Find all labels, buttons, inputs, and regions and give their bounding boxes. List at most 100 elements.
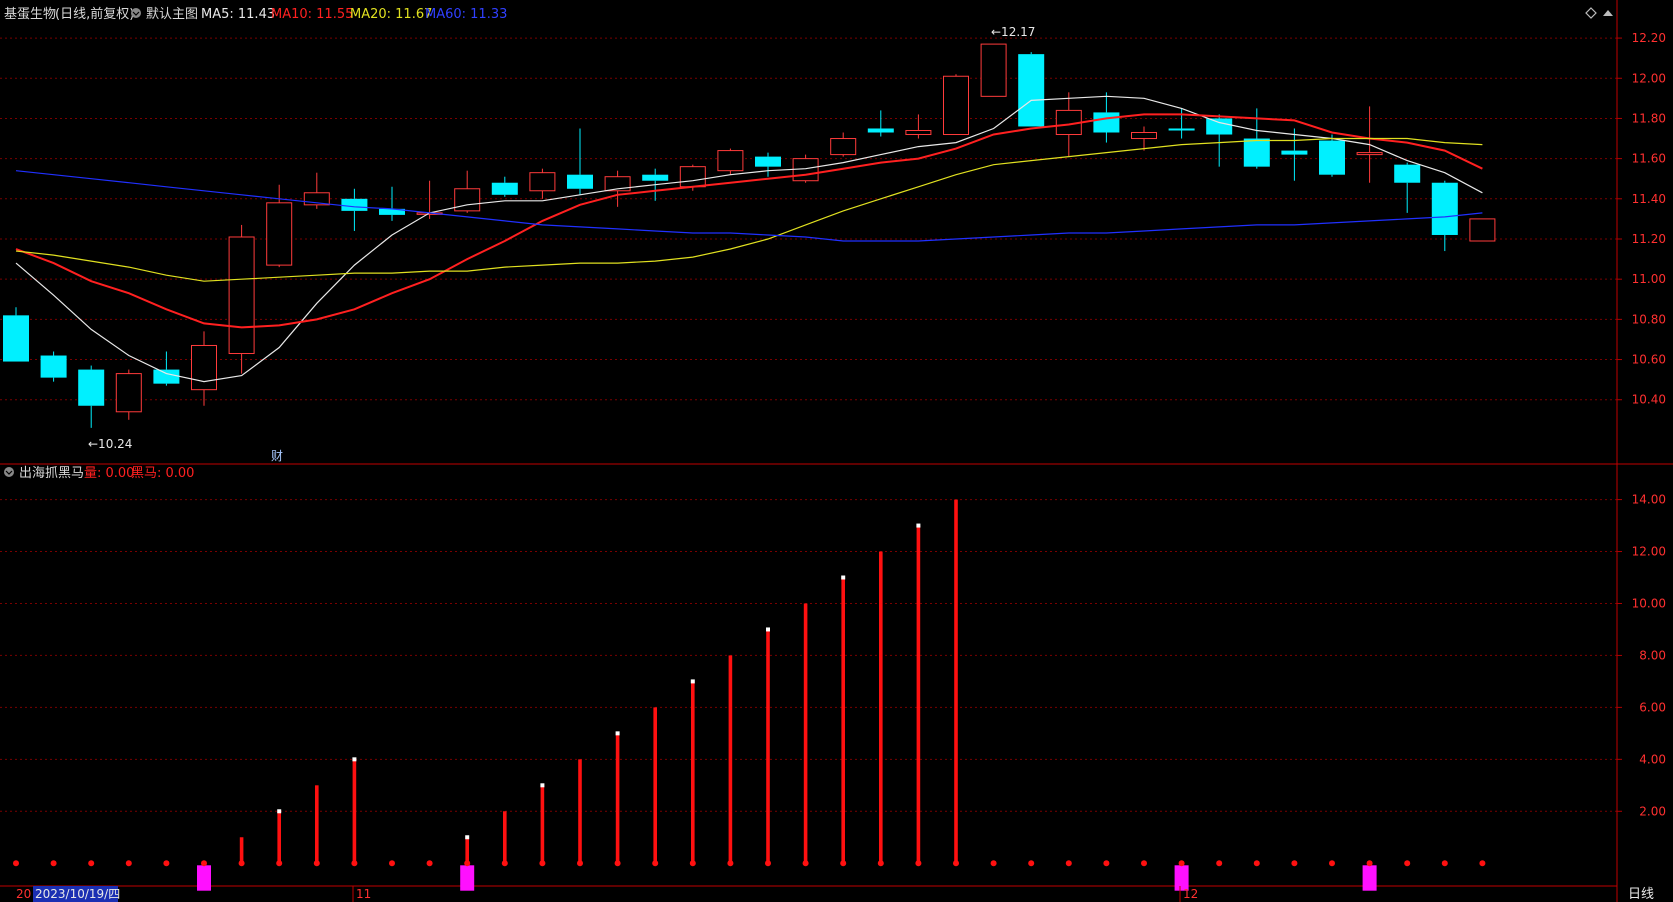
indicator-dot	[539, 860, 546, 867]
bar-cap	[766, 627, 770, 632]
indicator-dot	[727, 860, 734, 867]
candle	[1319, 134, 1345, 177]
black-horse-bar	[1362, 865, 1377, 891]
candle-body-down	[755, 156, 781, 167]
indicator-bar	[239, 837, 244, 864]
indicator-dot	[426, 860, 433, 867]
indicator-tick-label: 8.00	[1639, 648, 1666, 662]
candle-body-up	[266, 202, 293, 266]
indicator-bar	[615, 733, 620, 864]
indicator-dot	[802, 860, 809, 867]
price-tick-label: 11.40	[1632, 192, 1666, 206]
candle-body-down	[1243, 138, 1270, 167]
price-tick-label: 12.20	[1632, 31, 1666, 45]
candle-body-down	[1431, 182, 1458, 235]
bar-cap	[540, 783, 545, 788]
indicator-bar	[465, 837, 469, 864]
indicator-dot	[464, 860, 471, 867]
stock-chart[interactable]: 12.20 12.00 11.80 11.60 11.40 11.20 11.00 10.80…	[0, 0, 1673, 902]
indicator-dot	[351, 860, 358, 867]
indicator-dot	[13, 860, 19, 867]
indicator-dot	[877, 860, 884, 867]
candle-body-down	[40, 355, 67, 378]
black-horse-readout: 黑马: 0.00	[131, 466, 194, 481]
indicator-dot	[1479, 860, 1486, 867]
price-tick-label: 12.00	[1632, 71, 1666, 85]
candle	[3, 307, 29, 362]
price-tick-label: 10.60	[1632, 353, 1666, 367]
indicator-dropdown[interactable]	[4, 467, 14, 477]
candle-body-down	[78, 369, 105, 406]
finance-marker[interactable]: 财	[271, 449, 283, 463]
indicator-bar	[728, 655, 733, 864]
candle	[228, 224, 255, 374]
bar-cap	[465, 835, 470, 840]
indicator-dot	[652, 860, 659, 867]
period-button[interactable]: 日线	[1628, 887, 1654, 902]
indicator-dot	[990, 860, 997, 867]
indicator-dot	[840, 860, 847, 867]
candle-body-down	[491, 182, 518, 195]
black-horse-bar	[460, 865, 475, 891]
indicator-dot	[1253, 860, 1260, 867]
bar-cap	[690, 679, 695, 684]
bar-cap	[841, 575, 846, 580]
candle-body-down	[1394, 164, 1421, 183]
indicator-dot	[1028, 860, 1035, 867]
bar-cap	[277, 809, 282, 814]
candle-body-up	[679, 166, 706, 188]
candle-body-down	[567, 174, 593, 189]
indicator-dot	[614, 860, 621, 867]
indicator-dot	[50, 860, 57, 867]
low-price-annotation: ←10.24	[88, 437, 132, 451]
indicator-dot	[1141, 860, 1147, 867]
period-adjust: (日线,前复权)	[55, 6, 134, 22]
candle-body-up	[191, 344, 217, 391]
indicator-dot	[1404, 860, 1411, 867]
candle-body-up	[1356, 152, 1383, 156]
candle	[980, 43, 1007, 97]
indicator-bar	[315, 785, 319, 864]
main-chart-label: 默认主图	[146, 6, 198, 22]
candle-body-up	[1131, 132, 1157, 140]
ma20-readout: MA20: 11.67	[350, 7, 432, 22]
indicator-dot	[765, 860, 771, 867]
bar-cap	[615, 731, 620, 736]
indicator-tick-label: 4.00	[1639, 752, 1666, 766]
bar-cap	[352, 757, 357, 762]
indicator-name: 出海抓黑马	[19, 466, 84, 481]
main-legend: 基蛋生物 (日线,前复权) 默认主图 MA5: 11.43 MA10: 11.5…	[4, 6, 507, 22]
price-tick-label: 11.80	[1632, 111, 1666, 125]
indicator-dot	[577, 860, 583, 867]
chevron-down-icon	[4, 467, 14, 477]
candle-body-up	[454, 188, 481, 212]
candle-body-down	[341, 198, 368, 211]
candle	[1018, 52, 1045, 127]
indicator-legend: 出海抓黑马 量: 0.00 黑马: 0.00	[4, 466, 194, 481]
candle-body-up	[115, 373, 142, 413]
stock-name: 基蛋生物	[4, 7, 56, 22]
indicator-dot	[689, 860, 696, 867]
candle-body-up	[943, 75, 969, 136]
volume-readout: 量: 0.00	[84, 466, 134, 481]
indicator-bar	[653, 707, 657, 864]
indicator-dot	[313, 860, 320, 867]
candle-body-up	[717, 150, 744, 172]
indicator-tick-label: 2.00	[1639, 804, 1666, 818]
indicator-bar	[916, 525, 921, 864]
high-price-annotation: ←12.17	[991, 25, 1035, 39]
indicator-bar	[879, 551, 883, 864]
indicator-dot	[238, 860, 245, 867]
candle-body-down	[3, 315, 29, 362]
time-axis-left-clip: 20	[16, 887, 31, 901]
indicator-bar	[803, 603, 808, 864]
candle	[1469, 218, 1496, 242]
ma10-readout: MA10: 11.55	[271, 7, 353, 22]
candle-body-up	[830, 138, 857, 156]
indicator-dot	[915, 860, 922, 867]
indicator-tick-label: 6.00	[1639, 700, 1666, 714]
candle-body-down	[1319, 140, 1345, 175]
candle-body-up	[529, 172, 556, 192]
price-tick-label: 11.60	[1632, 152, 1666, 166]
candle-body-down	[1206, 118, 1233, 135]
